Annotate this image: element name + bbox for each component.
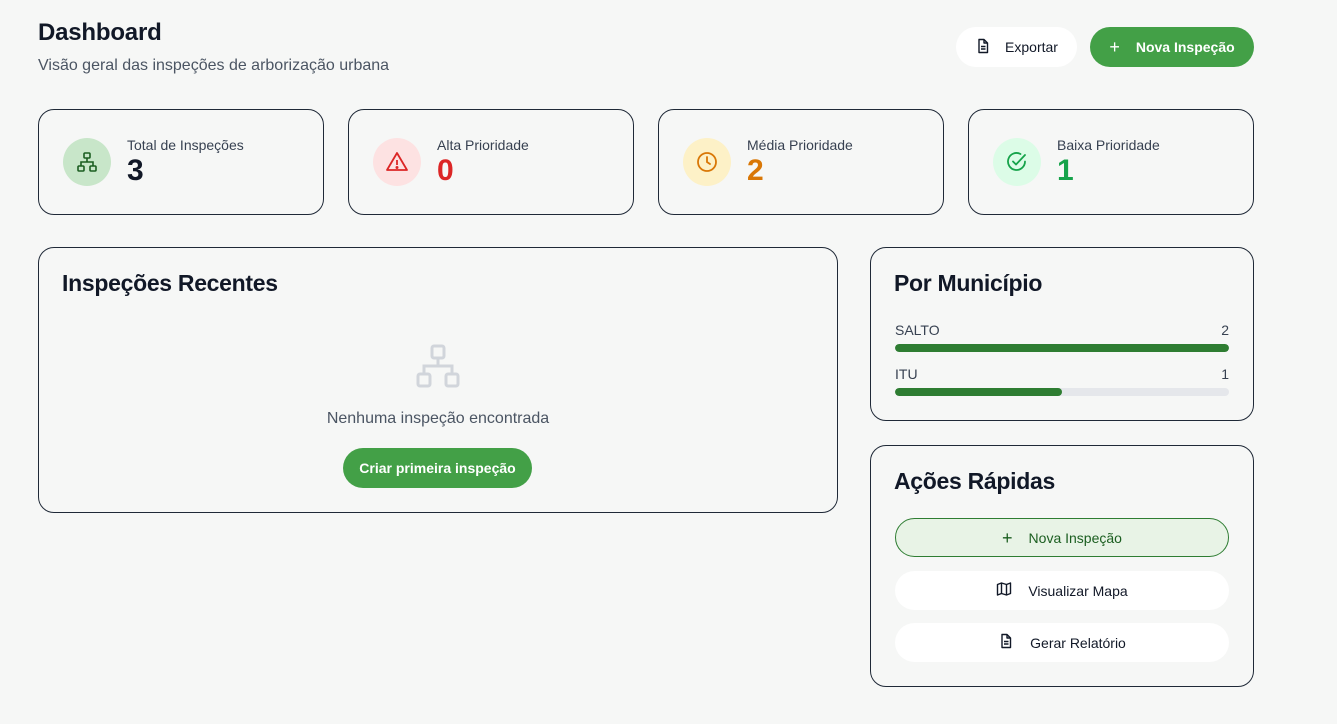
tree-structure-icon — [415, 344, 461, 395]
municipality-name: ITU — [895, 366, 918, 382]
map-icon — [996, 581, 1012, 600]
progress-track — [895, 388, 1229, 396]
quick-new-inspection-button[interactable]: + Nova Inspeção — [895, 518, 1229, 557]
municipality-count: 1 — [1221, 366, 1229, 382]
alert-triangle-icon — [373, 138, 421, 186]
view-map-label: Visualizar Mapa — [1028, 582, 1128, 599]
page-title: Dashboard — [38, 19, 162, 46]
check-circle-icon — [993, 138, 1041, 186]
progress-fill — [895, 344, 1229, 352]
stat-label: Média Prioridade — [747, 137, 853, 153]
empty-state-text: Nenhuma inspeção encontrada — [326, 410, 550, 427]
progress-track — [895, 344, 1229, 352]
quick-new-label: Nova Inspeção — [1028, 529, 1122, 546]
new-inspection-label: Nova Inspeção — [1135, 39, 1235, 55]
municipality-count: 2 — [1221, 322, 1229, 338]
stat-label: Total de Inspeções — [127, 137, 244, 153]
stat-value: 2 — [747, 154, 764, 187]
recent-inspections-panel: Inspeções Recentes Nenhuma inspeção enco… — [38, 247, 838, 513]
stat-card-high: Alta Prioridade 0 — [348, 109, 634, 215]
view-map-button[interactable]: Visualizar Mapa — [895, 571, 1229, 610]
stat-label: Baixa Prioridade — [1057, 137, 1160, 153]
plus-icon: + — [1002, 527, 1013, 548]
page-subtitle: Visão geral das inspeções de arborização… — [38, 57, 390, 74]
stat-value: 3 — [127, 154, 144, 187]
export-button[interactable]: Exportar — [956, 27, 1077, 67]
stat-card-medium: Média Prioridade 2 — [658, 109, 944, 215]
panel-title: Por Município — [894, 270, 1043, 296]
stat-value: 0 — [437, 154, 454, 187]
stat-card-total: Total de Inspeções 3 — [38, 109, 324, 215]
create-first-inspection-button[interactable]: Criar primeira inspeção — [343, 448, 532, 488]
dashboard-page: Dashboard Visão geral das inspeções de a… — [0, 0, 1337, 724]
municipality-name: SALTO — [895, 322, 940, 338]
municipality-panel: Por Município SALTO 2 ITU 1 — [870, 247, 1254, 421]
export-label: Exportar — [1005, 39, 1058, 55]
stat-card-low: Baixa Prioridade 1 — [968, 109, 1254, 215]
plus-icon: + — [1109, 37, 1120, 57]
tree-structure-icon — [63, 138, 111, 186]
generate-report-button[interactable]: Gerar Relatório — [895, 623, 1229, 662]
document-icon — [998, 633, 1014, 652]
stat-label: Alta Prioridade — [437, 137, 529, 153]
municipality-row: SALTO 2 — [895, 322, 1229, 352]
document-icon — [975, 38, 991, 57]
new-inspection-button[interactable]: + Nova Inspeção — [1090, 27, 1254, 67]
quick-actions-panel: Ações Rápidas + Nova Inspeção Visualizar… — [870, 445, 1254, 687]
stat-value: 1 — [1057, 154, 1074, 187]
panel-title: Inspeções Recentes — [62, 270, 278, 296]
panel-title: Ações Rápidas — [894, 468, 1055, 494]
progress-fill — [895, 388, 1062, 396]
municipality-row: ITU 1 — [895, 366, 1229, 396]
clock-icon — [683, 138, 731, 186]
generate-report-label: Gerar Relatório — [1030, 634, 1126, 651]
